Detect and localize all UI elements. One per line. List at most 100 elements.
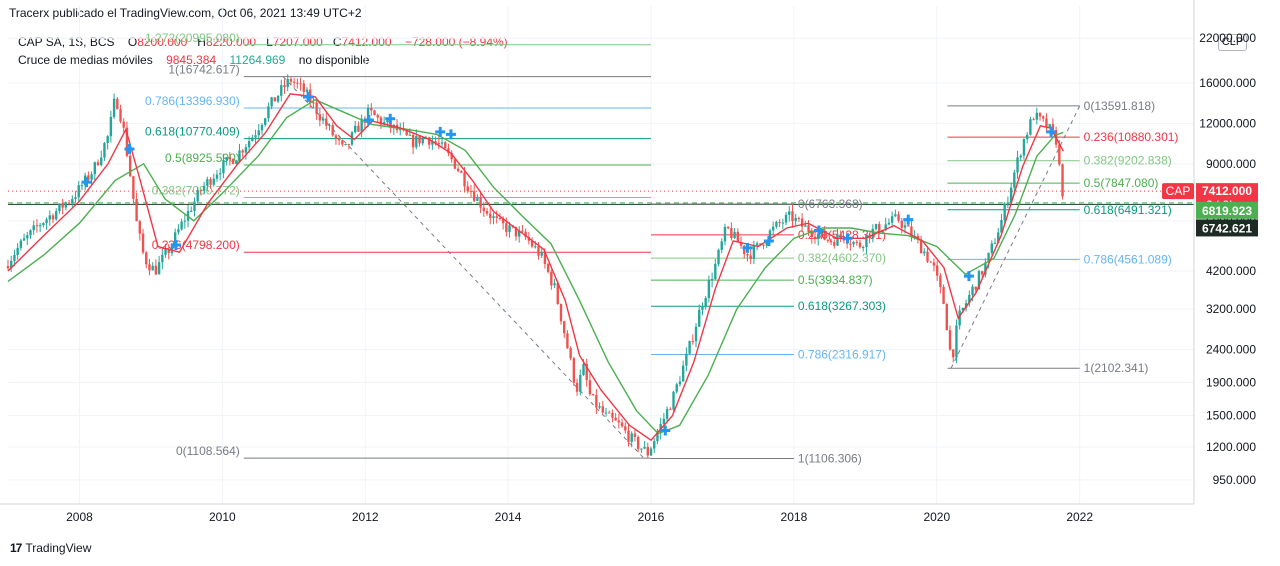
- candle-body: [399, 128, 402, 131]
- candle-body: [466, 186, 469, 192]
- candle-body: [874, 224, 878, 229]
- candle-body: [903, 225, 907, 228]
- time-axis-tick-label: 2020: [923, 510, 950, 524]
- last-price-badge: [1196, 183, 1258, 214]
- candle-body: [778, 221, 781, 223]
- candle-body: [842, 237, 846, 241]
- price-axis-tick-label: 3200.000: [1206, 302, 1256, 316]
- candle-body: [553, 283, 556, 286]
- candle-body: [67, 202, 71, 204]
- price-axis-tick-label: 1900.000: [1206, 375, 1256, 389]
- publisher-line: Tracerx publicado el TradingView.com, Oc…: [9, 6, 362, 20]
- candle-body: [51, 215, 55, 220]
- candle-body: [534, 246, 537, 248]
- candle-body: [267, 106, 270, 119]
- candle-body: [730, 228, 733, 239]
- ma-fast-badge-label: 6742.621: [1202, 221, 1252, 235]
- candle-body: [202, 185, 206, 191]
- candle-body: [71, 198, 74, 203]
- candle-body: [1032, 119, 1035, 121]
- tradingview-logo-icon: 17: [10, 541, 22, 555]
- grid-lines: [8, 6, 1194, 504]
- candle-body: [347, 143, 350, 145]
- candle-body: [289, 78, 293, 82]
- candle-body: [32, 225, 35, 231]
- candle-body: [762, 244, 765, 246]
- ma-slow-badge-label: 6819.923: [1202, 204, 1252, 218]
- candle-body: [620, 422, 624, 427]
- indicator-name[interactable]: Cruce de medias móviles: [18, 53, 153, 67]
- candle-body: [157, 262, 161, 275]
- candle-body: [93, 162, 97, 175]
- candle-body: [1029, 119, 1032, 135]
- candle-body: [228, 157, 232, 160]
- open-label: O: [127, 35, 138, 49]
- currency-button[interactable]: CLP: [1218, 34, 1247, 51]
- candle-body: [955, 325, 958, 358]
- candle-body: [572, 358, 576, 383]
- candle-body: [630, 433, 633, 442]
- price-chart[interactable]: 1.272(20995.080)1(16742.617)0.786(13396.…: [0, 0, 1280, 566]
- candle-body: [463, 172, 466, 187]
- fib-level-label: 0.5(3934.837): [798, 273, 873, 287]
- candle-body: [611, 412, 614, 418]
- candle-body: [315, 102, 318, 115]
- ma-cross-marker: [763, 235, 774, 246]
- candle-body: [29, 230, 32, 236]
- candle-body: [524, 231, 527, 238]
- candle-body: [871, 228, 875, 239]
- candle-body: [575, 382, 579, 392]
- candle-body: [90, 174, 93, 180]
- candle-body: [305, 89, 309, 92]
- candle-body: [977, 271, 981, 290]
- indicator-legend-row: Cruce de medias móviles 9845.384 11264.9…: [18, 51, 508, 69]
- chart-legend: CAP SA, 1S, BCS O8200.000 H8220.000 L720…: [18, 33, 508, 69]
- candle-body: [517, 230, 521, 237]
- candle-body: [489, 213, 492, 219]
- tradingview-brand[interactable]: 17 TradingView: [10, 541, 91, 555]
- candle-body: [180, 221, 183, 230]
- ma-cross-marker: [170, 240, 181, 251]
- axes[interactable]: 22000.00016000.00012000.0009000.0006000.…: [0, 0, 1256, 524]
- candle-body: [974, 286, 977, 290]
- candle-body: [746, 254, 749, 256]
- candle-body: [379, 117, 383, 125]
- candle-body: [83, 175, 87, 186]
- candle-body: [35, 225, 39, 227]
- ma-cross-marker: [363, 114, 374, 125]
- candle-body: [145, 252, 148, 265]
- candle-body: [431, 141, 434, 145]
- ma-cross-marker: [445, 129, 456, 140]
- candle-body: [321, 118, 325, 121]
- candle-body: [784, 214, 788, 223]
- candle-body: [836, 234, 839, 246]
- candle-body: [276, 95, 280, 102]
- candle-body: [598, 406, 601, 408]
- candle-body: [405, 130, 408, 136]
- time-axis-tick-label: 2016: [638, 510, 665, 524]
- candle-body: [109, 116, 113, 137]
- symbol-label[interactable]: CAP SA, 1S, BCS: [18, 35, 115, 49]
- candle-body: [1035, 112, 1039, 120]
- fibonacci-retracements[interactable]: 1.272(20995.080)1(16742.617)0.786(13396.…: [145, 31, 1178, 466]
- candle-body: [96, 162, 100, 165]
- candle-body: [1016, 157, 1019, 173]
- price-axis-tick-label: 2400.000: [1206, 343, 1256, 357]
- candle-body: [77, 185, 80, 198]
- candle-body: [418, 136, 421, 144]
- candle-body: [800, 218, 804, 227]
- fib-level-label: 0.786(2316.917): [798, 348, 886, 362]
- candle-body: [608, 412, 611, 414]
- candle-body: [890, 216, 894, 223]
- candle-body: [649, 448, 653, 456]
- candle-body: [302, 83, 305, 92]
- candle-body: [177, 229, 180, 233]
- fib-level-label: 0.786(13396.930): [145, 94, 240, 108]
- candle-body: [540, 252, 543, 256]
- candle-body: [328, 125, 331, 127]
- candle-body: [1013, 172, 1016, 188]
- time-axis-tick-label: 2008: [66, 510, 93, 524]
- ma-fast-value: 9845.384: [166, 53, 217, 67]
- time-axis-tick-label: 2022: [1066, 510, 1093, 524]
- candle-body: [627, 430, 630, 442]
